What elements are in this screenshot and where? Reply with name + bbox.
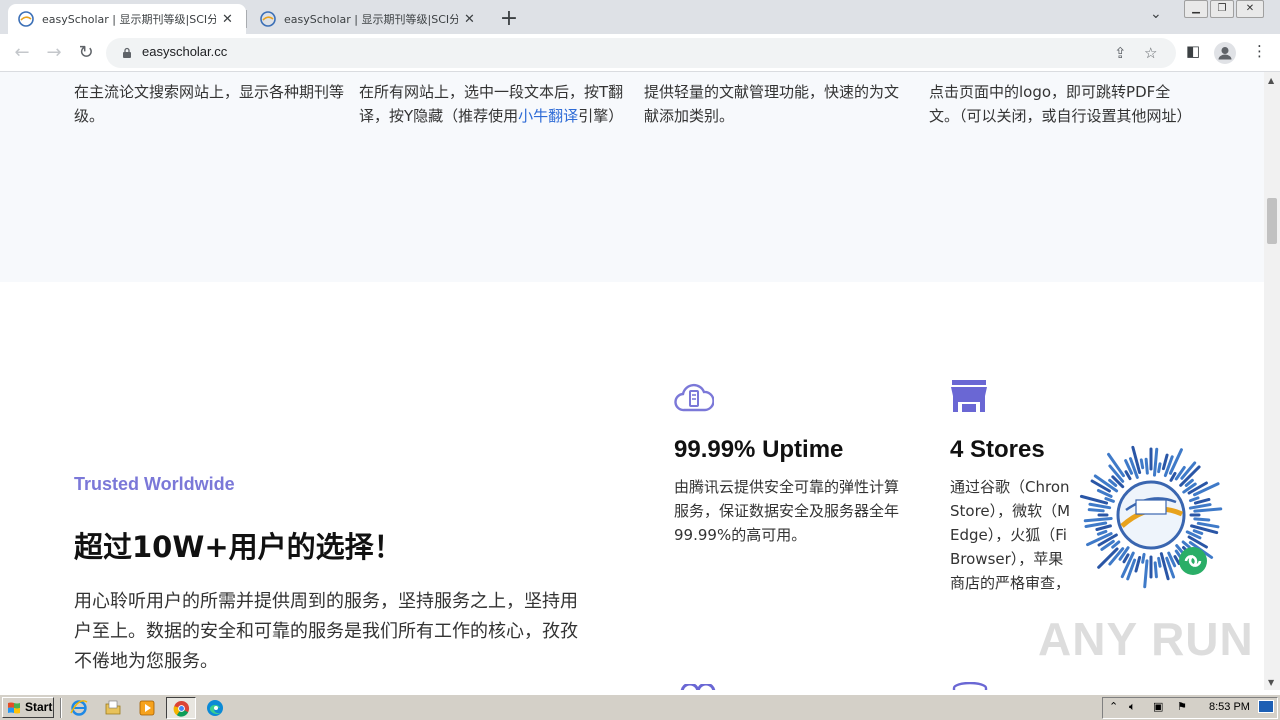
tab-title: easyScholar | 显示期刊等级|SCI分区: [42, 13, 216, 26]
page-viewport: 在主流论文搜索网站上，显示各种期刊等级。 在所有网站上，选中一段文本后，按T翻译…: [0, 72, 1264, 690]
forward-arrow-icon[interactable]: →: [42, 41, 66, 65]
reload-icon[interactable]: ↻: [74, 41, 98, 65]
qr-ray: [1153, 561, 1158, 579]
media-player-icon[interactable]: [138, 699, 156, 717]
hero-title: 超过10W+用户的选择！: [74, 530, 403, 564]
scroll-up-arrow-icon[interactable]: ▲: [1268, 76, 1274, 85]
bookmark-star-icon[interactable]: ☆: [1144, 44, 1157, 62]
volume-icon[interactable]: 🔈︎: [1129, 700, 1136, 714]
stat-desc-line: 商店的严格审查，: [950, 574, 1071, 592]
close-window-icon[interactable]: ✕: [1236, 0, 1264, 18]
tab-close-icon[interactable]: ✕: [222, 12, 233, 27]
flag-notification-icon[interactable]: ⚑: [1177, 700, 1187, 713]
scroll-down-arrow-icon[interactable]: ▼: [1268, 678, 1274, 687]
feature-text: 引擎）: [578, 107, 624, 125]
feature-journal-rank: 在主流论文搜索网站上，显示各种期刊等级。: [74, 80, 344, 128]
feature-text: 点击页面中的logo，即可跳转PDF全文。（可以关闭，或自行设置其他网址）: [929, 83, 1192, 125]
start-button[interactable]: Start: [2, 697, 54, 718]
stat-desc-line: Browser），苹果: [950, 550, 1064, 568]
tab-title: easyScholar | 显示期刊等级|SCI分区: [284, 13, 458, 26]
chrome-taskbar-button[interactable]: [166, 697, 196, 719]
folder-icon[interactable]: [104, 699, 122, 717]
tray-expand-icon[interactable]: ⌃: [1109, 700, 1118, 713]
tab-close-icon[interactable]: ✕: [464, 12, 475, 27]
tab-easyscholar-1[interactable]: easyScholar | 显示期刊等级|SCI分区 ✕: [8, 4, 246, 34]
taskbar-clock[interactable]: 8:53 PM: [1209, 701, 1250, 713]
stat-desc-line: Store），微软（M: [950, 502, 1071, 520]
feature-translate: 在所有网站上，选中一段文本后，按T翻译，按Y隐藏（推荐使用小牛翻译引擎）: [359, 80, 627, 128]
partial-feature-icon: [680, 684, 716, 690]
stat-desc-line: Edge），火狐（Fi: [950, 526, 1067, 544]
tab-easyscholar-2[interactable]: easyScholar | 显示期刊等级|SCI分区 ✕: [250, 4, 488, 34]
stat-uptime-title: 99.99% Uptime: [674, 436, 844, 463]
chrome-icon: [173, 700, 190, 717]
start-label: Start: [25, 700, 53, 714]
anyrun-watermark: ANY RUN: [1038, 613, 1254, 665]
easyscholar-favicon-icon: [260, 11, 276, 27]
qr-ray: [1144, 457, 1149, 475]
easyscholar-favicon-icon: [18, 11, 34, 27]
taskbar-divider: [60, 698, 62, 718]
qr-ray: [1157, 462, 1162, 474]
new-tab-plus-icon[interactable]: +: [497, 6, 521, 31]
lock-icon: [123, 47, 131, 58]
profile-avatar-icon[interactable]: [1214, 42, 1236, 64]
qr-ray: [1139, 458, 1145, 470]
feature-literature-manage: 提供轻量的文献管理功能，快速的为文献添加类别。: [644, 80, 912, 128]
back-arrow-icon[interactable]: ←: [10, 41, 34, 65]
tab-strip: easyScholar | 显示期刊等级|SCI分区 ✕ easyScholar…: [0, 0, 1280, 34]
menu-kebab-icon[interactable]: ⋮: [1252, 42, 1267, 60]
vertical-scrollbar[interactable]: ▲ ▼: [1264, 72, 1280, 690]
xiaoniu-translate-link[interactable]: 小牛翻译: [518, 107, 578, 125]
cloud-server-icon: [674, 383, 714, 412]
qr-ray: [1141, 552, 1146, 564]
feature-text: 提供轻量的文献管理功能，快速的为文献添加类别。: [644, 83, 900, 125]
minimize-icon[interactable]: ▁: [1184, 0, 1208, 18]
system-tray: ⌃ 🔈︎ ▣ ⚑: [1102, 697, 1278, 719]
stat-uptime-description: 由腾讯云提供安全可靠的弹性计算服务，保证数据安全及服务器全年99.99%的高可用…: [674, 478, 900, 544]
network-icon[interactable]: ▣: [1153, 700, 1163, 713]
url-text: easyscholar.cc: [142, 44, 228, 59]
internet-explorer-icon[interactable]: [70, 699, 88, 717]
share-icon[interactable]: ⇪: [1114, 44, 1127, 62]
windows-flag-icon: [8, 702, 20, 714]
windows-taskbar: Start ⌃ 🔈︎ ▣ ⚑ 8:53 PM: [0, 694, 1280, 720]
qr-ray: [1157, 556, 1162, 568]
scrollbar-thumb[interactable]: [1267, 198, 1277, 244]
qr-ray: [1193, 517, 1211, 522]
partial-feature-icon: [952, 682, 988, 690]
side-panel-icon[interactable]: ◧: [1186, 42, 1200, 60]
stat-desc-line: 通过谷歌（Chron: [950, 478, 1070, 496]
trusted-eyebrow: Trusted Worldwide: [74, 474, 235, 494]
stat-stores-description: 通过谷歌（Chron Store），微软（M Edge），火狐（Fi Brows…: [950, 475, 1080, 595]
show-desktop-icon[interactable]: [1258, 700, 1274, 713]
restore-icon[interactable]: ❐: [1210, 0, 1234, 18]
browser-toolbar: ← → ↻ easyscholar.cc ⇪ ☆ ◧ ⋮: [0, 34, 1280, 72]
qr-ray: [1087, 508, 1105, 513]
tab-search-chevron-icon[interactable]: ⌄: [1150, 6, 1162, 22]
feature-text: 在主流论文搜索网站上，显示各种期刊等级。: [74, 83, 345, 125]
store-icon: [951, 380, 987, 412]
address-bar[interactable]: easyscholar.cc ⇪ ☆: [106, 38, 1176, 68]
wechat-miniprogram-qr-icon[interactable]: [1076, 440, 1226, 590]
edge-icon[interactable]: [206, 699, 224, 717]
hero-description: 用心聆听用户的所需并提供周到的服务，坚持服务之上，坚持用户至上。数据的安全和可靠…: [74, 591, 578, 672]
stat-stores-title: 4 Stores: [950, 436, 1045, 463]
tab-separator: [246, 10, 247, 28]
feature-pdf-jump: 点击页面中的logo，即可跳转PDF全文。（可以关闭，或自行设置其他网址）: [929, 80, 1197, 128]
